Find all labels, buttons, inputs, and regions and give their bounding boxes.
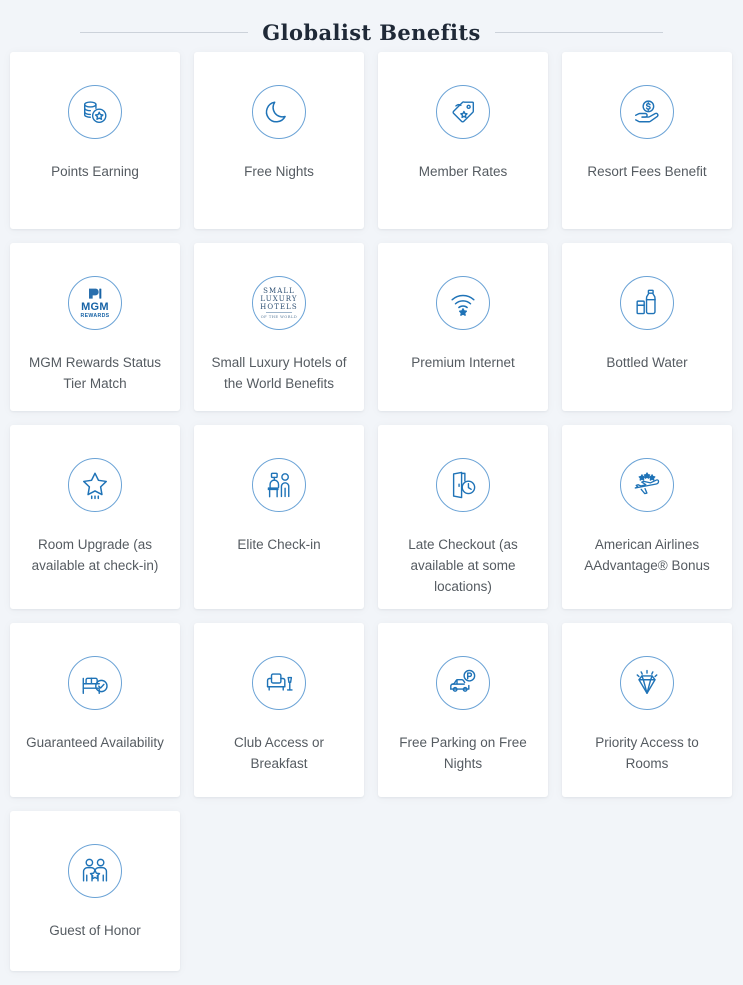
benefit-card-mgm-rewards-status-tier-match[interactable]: MGM REWARDS MGM Rewards Status Tier Matc…: [10, 243, 180, 411]
diamond-sparkle-icon: [620, 656, 674, 710]
slh-logo-line-3: HOTELS: [260, 302, 298, 311]
benefit-card-free-parking-on-free-nights[interactable]: Free Parking on Free Nights: [378, 623, 548, 797]
benefit-card-priority-access-to-rooms[interactable]: Priority Access to Rooms: [562, 623, 732, 797]
benefit-label: Guaranteed Availability: [26, 735, 164, 750]
mgm-rewards-logo-icon: MGM REWARDS: [68, 276, 122, 330]
benefit-card-resort-fees-benefit[interactable]: Resort Fees Benefit: [562, 52, 732, 229]
check-in-desk-icon: [252, 458, 306, 512]
armchair-lamp-icon: [252, 656, 306, 710]
benefit-label: Priority Access to Rooms: [595, 735, 699, 771]
crescent-moon-icon: [252, 85, 306, 139]
benefit-label: Room Upgrade (as available at check-in): [31, 537, 159, 573]
benefit-label: Free Nights: [244, 164, 314, 179]
water-bottle-glass-icon: [620, 276, 674, 330]
bed-check-icon: [68, 656, 122, 710]
benefit-card-club-access-or-breakfast[interactable]: Club Access or Breakfast: [194, 623, 364, 797]
door-clock-icon: [436, 458, 490, 512]
star-upgrade-icon: [68, 458, 122, 512]
benefit-label: Points Earning: [51, 164, 139, 179]
benefit-label: Guest of Honor: [49, 923, 141, 938]
wifi-star-icon: [436, 276, 490, 330]
benefit-card-free-nights[interactable]: Free Nights: [194, 52, 364, 229]
benefit-label: Free Parking on Free Nights: [399, 735, 527, 771]
two-people-star-icon: [68, 844, 122, 898]
benefit-label: Premium Internet: [411, 355, 515, 370]
benefit-label: Small Luxury Hotels of the World Benefit…: [211, 355, 347, 391]
slh-logo-line-1: SMALL: [263, 286, 295, 295]
slh-logo-subtitle: OF THE WORLD: [260, 315, 298, 320]
benefit-label: Club Access or Breakfast: [233, 735, 325, 771]
benefit-card-bottled-water[interactable]: Bottled Water: [562, 243, 732, 411]
airplane-stars-icon: [620, 458, 674, 512]
benefit-label: MGM Rewards Status Tier Match: [28, 355, 162, 391]
coins-star-icon: [68, 85, 122, 139]
hand-dollar-coin-icon: [620, 85, 674, 139]
globalist-benefits-page: Globalist Benefits Points Earning Free N…: [0, 0, 743, 985]
benefit-card-american-airlines-aadvantage-bonus[interactable]: American Airlines AAdvantage® Bonus: [562, 425, 732, 609]
benefits-grid: Points Earning Free Nights Member Rates: [0, 52, 743, 971]
section-header: Globalist Benefits: [0, 0, 743, 52]
benefit-label: Elite Check-in: [237, 537, 321, 552]
header-rule-right: [494, 31, 663, 33]
benefit-card-guest-of-honor[interactable]: Guest of Honor: [10, 811, 180, 971]
benefit-label: Bottled Water: [606, 355, 688, 370]
mgm-logo-word: MGM: [81, 300, 109, 313]
benefit-card-member-rates[interactable]: Member Rates: [378, 52, 548, 229]
benefit-card-points-earning[interactable]: Points Earning: [10, 52, 180, 229]
benefit-label: American Airlines AAdvantage® Bonus: [584, 537, 710, 573]
price-tag-star-icon: [436, 85, 490, 139]
small-luxury-hotels-logo-icon: SMALL LUXURY HOTELS OF THE WORLD: [252, 276, 306, 330]
slh-logo-divider: [265, 311, 292, 313]
benefit-label: Late Checkout (as available at some loca…: [408, 537, 518, 594]
benefit-card-room-upgrade[interactable]: Room Upgrade (as available at check-in): [10, 425, 180, 609]
benefit-label: Resort Fees Benefit: [587, 164, 707, 179]
page-title: Globalist Benefits: [262, 19, 481, 45]
benefit-card-small-luxury-hotels-benefits[interactable]: SMALL LUXURY HOTELS OF THE WORLD Small L…: [194, 243, 364, 411]
benefit-card-premium-internet[interactable]: Premium Internet: [378, 243, 548, 411]
slh-logo-line-2: LUXURY: [260, 294, 298, 303]
header-rule-left: [80, 31, 249, 33]
mgm-logo-subword: REWARDS: [80, 312, 110, 319]
benefit-card-elite-check-in[interactable]: Elite Check-in: [194, 425, 364, 609]
benefit-card-late-checkout[interactable]: Late Checkout (as available at some loca…: [378, 425, 548, 609]
benefit-card-guaranteed-availability[interactable]: Guaranteed Availability: [10, 623, 180, 797]
benefit-label: Member Rates: [418, 164, 508, 179]
car-parking-icon: [436, 656, 490, 710]
